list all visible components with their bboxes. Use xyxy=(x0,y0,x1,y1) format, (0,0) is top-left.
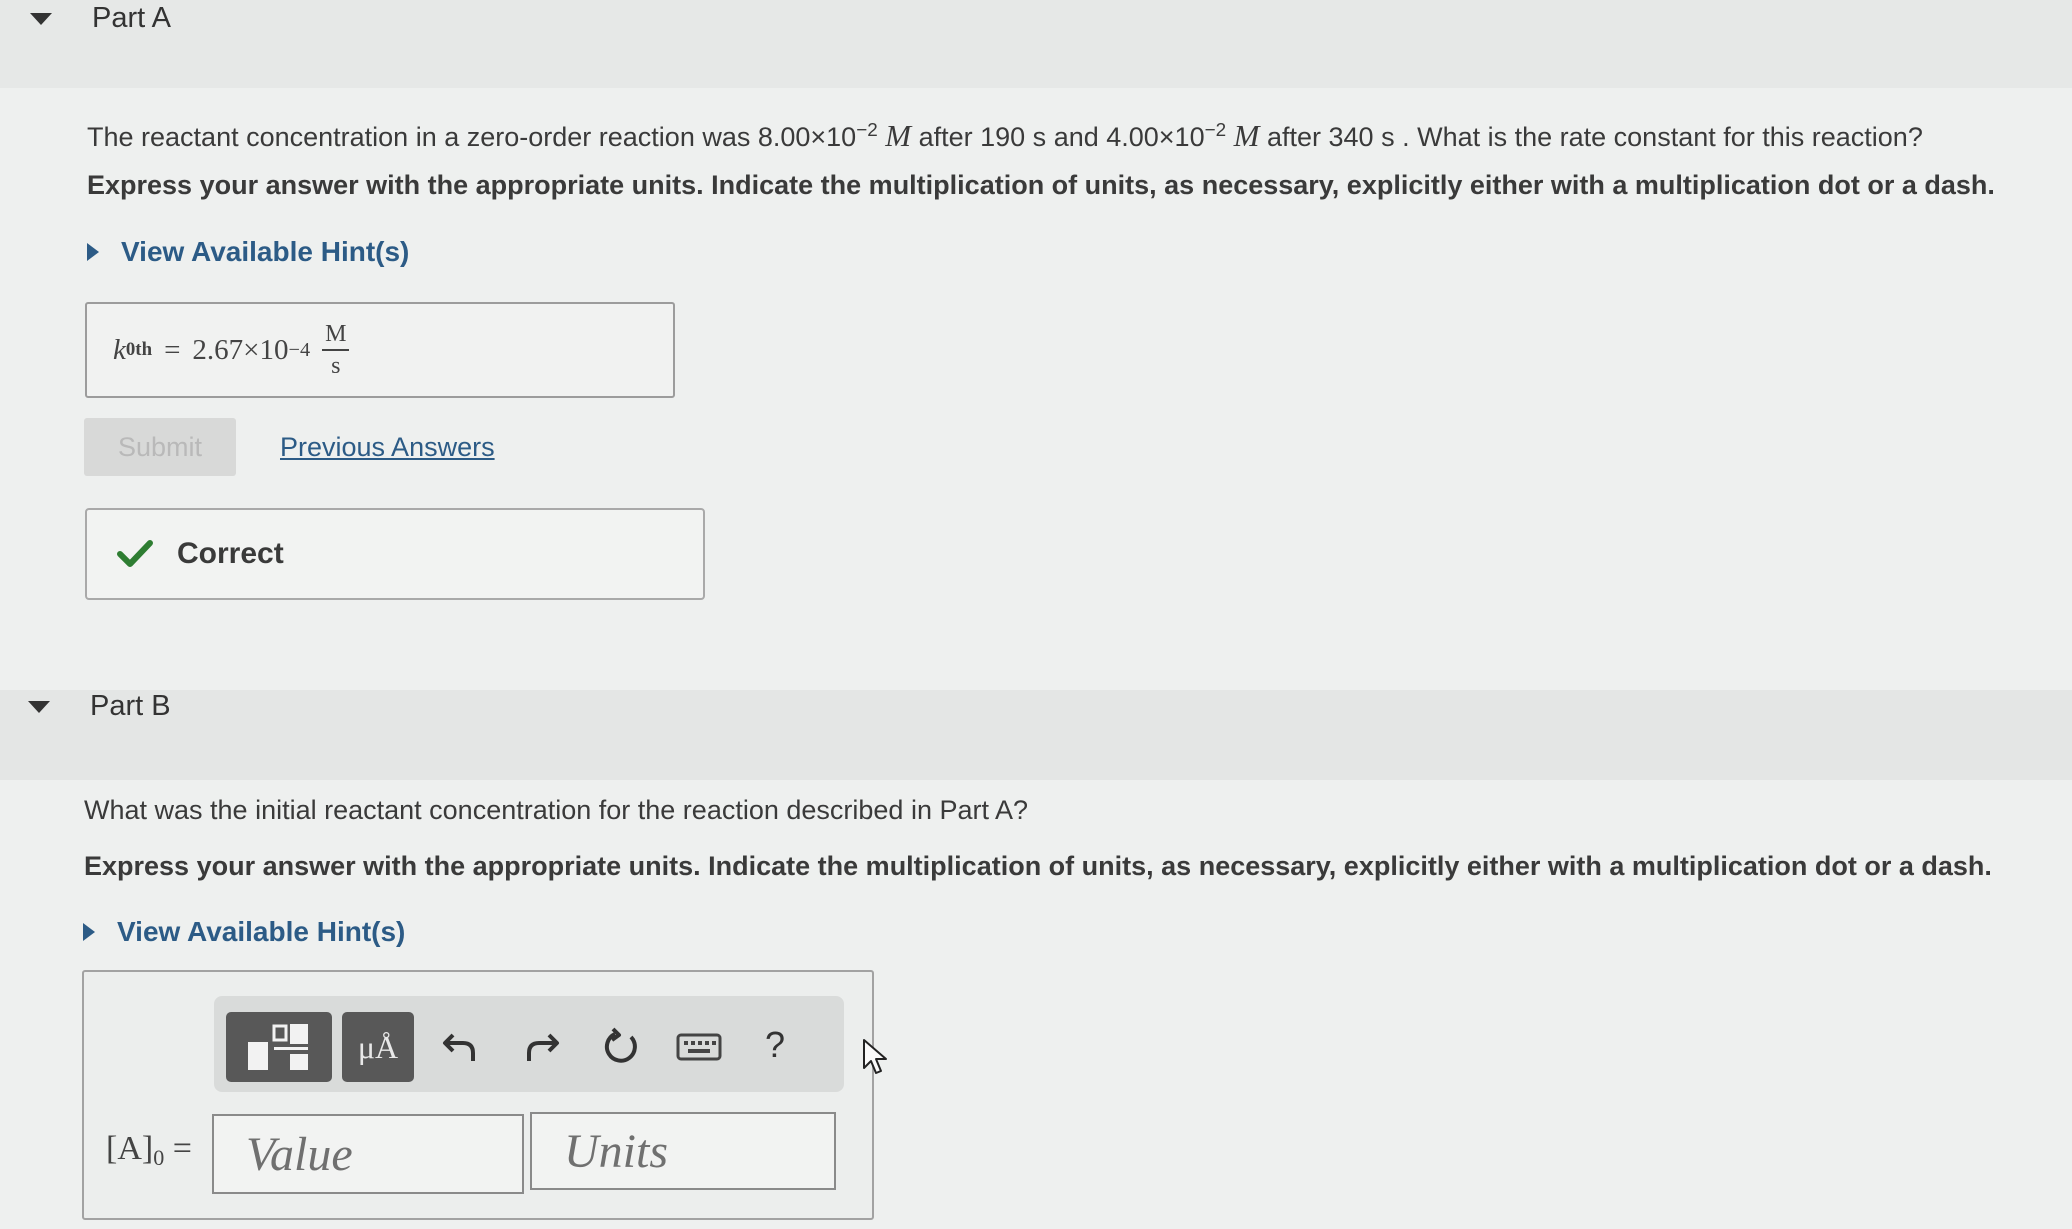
reset-icon xyxy=(604,1027,637,1063)
collapse-triangle-icon[interactable] xyxy=(30,12,52,25)
part-b-answer-panel: μÅ ? [A]0 = Value Units xyxy=(82,970,874,1220)
keyboard-icon xyxy=(676,1033,722,1061)
part-a-header[interactable]: Part A xyxy=(30,2,171,35)
answer-variable-subscript: 0th xyxy=(125,339,153,360)
template-icon xyxy=(248,1024,308,1070)
submit-button[interactable]: Submit xyxy=(84,418,236,476)
expand-triangle-icon xyxy=(83,923,95,941)
help-button[interactable]: ? xyxy=(746,1014,804,1076)
part-b-instructions: Express your answer with the appropriate… xyxy=(84,851,1992,881)
question-text: after 190 s and 4.00×10 xyxy=(918,122,1205,152)
part-a-header-band xyxy=(0,0,2072,88)
equals-sign: = xyxy=(164,333,181,366)
exponent: −2 xyxy=(1204,120,1227,141)
question-text: after 340 s . What is the rate constant … xyxy=(1267,122,1923,152)
a0-label-subscript: 0 xyxy=(153,1145,165,1170)
keyboard-button[interactable] xyxy=(670,1022,728,1072)
feedback-label: Correct xyxy=(177,537,284,570)
redo-icon xyxy=(527,1033,559,1061)
units-input[interactable] xyxy=(530,1112,836,1190)
hint-label: View Available Hint(s) xyxy=(121,236,410,267)
answer-exponent: −4 xyxy=(288,338,311,361)
expand-triangle-icon xyxy=(87,243,99,261)
checkmark-icon xyxy=(117,540,153,567)
question-text: The reactant concentration in a zero-ord… xyxy=(87,122,857,152)
a0-label-equals: = xyxy=(164,1130,192,1167)
units-button[interactable]: μÅ xyxy=(342,1012,414,1082)
a0-label: [A]0 = xyxy=(106,1130,192,1171)
collapse-triangle-icon[interactable] xyxy=(28,700,50,713)
reset-button[interactable] xyxy=(592,1018,650,1076)
part-a-title: Part A xyxy=(92,2,171,34)
answer-variable: k xyxy=(113,333,126,366)
answer-unit-fraction: M s xyxy=(322,322,350,379)
part-a-view-hints-link[interactable]: View Available Hint(s) xyxy=(87,236,409,268)
unit-numerator: M xyxy=(322,322,350,351)
undo-button[interactable] xyxy=(432,1018,490,1076)
part-b-header-band xyxy=(0,690,2072,780)
feedback-correct-box: Correct xyxy=(85,508,705,600)
part-b-title: Part B xyxy=(90,690,171,722)
molarity-unit: M xyxy=(885,118,912,153)
previous-answers-link[interactable]: Previous Answers xyxy=(280,432,495,463)
part-b-header[interactable]: Part B xyxy=(28,690,171,723)
part-b-view-hints-link[interactable]: View Available Hint(s) xyxy=(83,916,405,948)
part-a-instructions: Express your answer with the appropriate… xyxy=(87,170,1995,200)
a0-label-main: [A] xyxy=(106,1130,154,1167)
part-a-question: The reactant concentration in a zero-ord… xyxy=(87,118,1923,154)
undo-icon xyxy=(443,1033,475,1061)
part-b-question: What was the initial reactant concentrat… xyxy=(84,795,1029,825)
redo-button[interactable] xyxy=(512,1018,570,1076)
hint-label: View Available Hint(s) xyxy=(117,916,406,947)
answer-mantissa: 2.67×10 xyxy=(192,333,289,366)
mouse-cursor-icon xyxy=(863,1039,887,1074)
template-button[interactable] xyxy=(226,1012,332,1082)
molarity-unit: M xyxy=(1233,118,1260,153)
math-toolbar: μÅ ? xyxy=(214,996,844,1092)
value-input[interactable] xyxy=(212,1114,524,1194)
part-a-answer-display: k 0th = 2.67×10 −4 M s xyxy=(85,302,675,398)
unit-denominator: s xyxy=(331,353,341,379)
exponent: −2 xyxy=(856,120,878,141)
